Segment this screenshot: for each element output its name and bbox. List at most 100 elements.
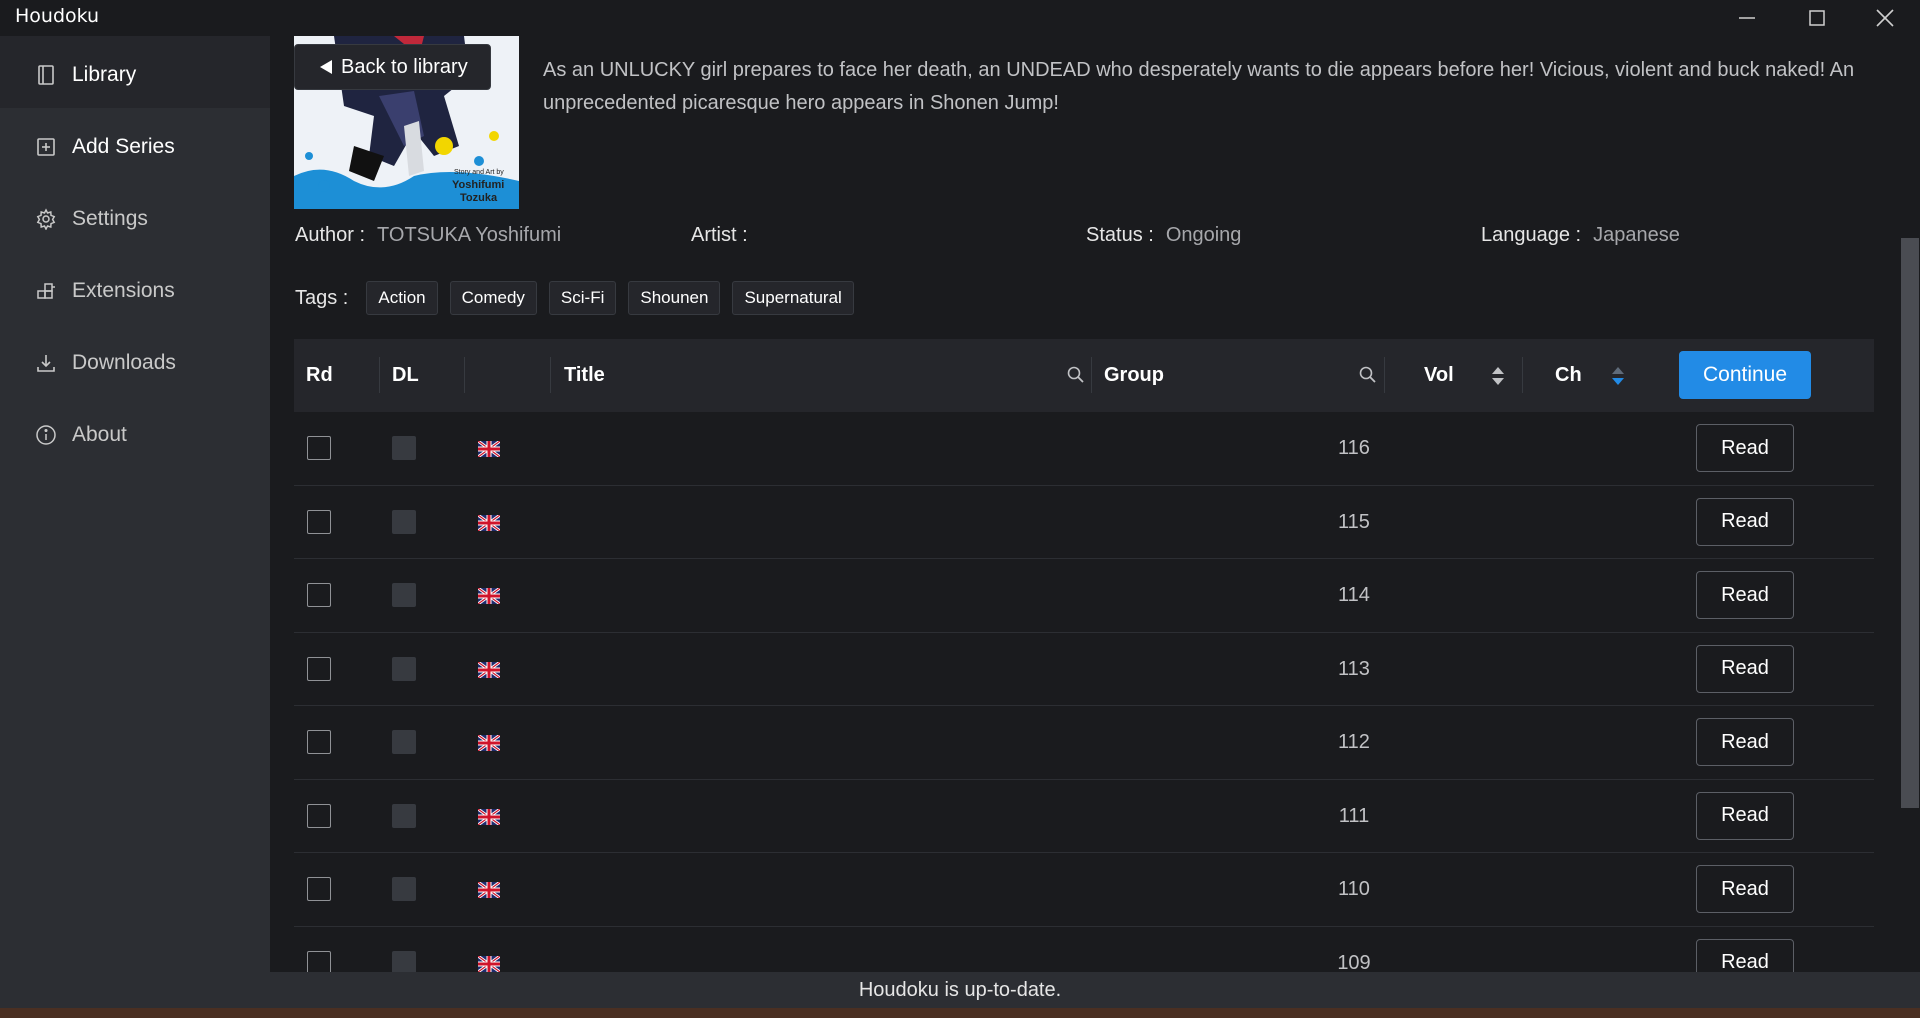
uk-flag-icon: [478, 588, 500, 604]
book-icon: [34, 63, 58, 87]
table-row: 114 Read: [294, 559, 1874, 633]
download-checkbox[interactable]: [392, 436, 416, 460]
column-header-chapter: Ch: [1555, 364, 1582, 386]
tag-chip[interactable]: Sci-Fi: [548, 281, 617, 315]
triangle-left-icon: [320, 60, 332, 74]
column-divider: [464, 357, 465, 393]
plus-square-icon: [34, 135, 58, 159]
column-header-download: DL: [392, 364, 419, 386]
close-window-button[interactable]: [1850, 0, 1920, 36]
status-field: Status : Ongoing: [1086, 224, 1241, 247]
download-checkbox[interactable]: [392, 730, 416, 754]
cover-credit-line2: Yoshifumi: [452, 179, 504, 191]
uk-flag-icon: [478, 514, 500, 531]
chapter-number: 111: [1338, 804, 1370, 827]
tag-chip[interactable]: Shounen: [628, 281, 721, 315]
cover-credit-line3: Tozuka: [460, 192, 498, 204]
author-label: Author :: [295, 224, 366, 246]
read-button[interactable]: Read: [1696, 938, 1794, 972]
scrollbar-thumb[interactable]: [1901, 238, 1919, 808]
sidebar-item-label: Downloads: [72, 351, 176, 374]
chapter-number: 116: [1338, 437, 1370, 459]
read-checkbox[interactable]: [307, 877, 331, 901]
continue-button[interactable]: Continue: [1679, 351, 1811, 399]
table-row: 113 Read: [294, 633, 1874, 706]
author-value: TOTSUKA Yoshifumi: [377, 224, 562, 246]
read-button[interactable]: Read: [1696, 424, 1794, 472]
uk-flag-icon: [478, 955, 500, 972]
minimize-button[interactable]: [1712, 0, 1782, 36]
table-row: 109 Read: [294, 927, 1874, 973]
back-to-library-button[interactable]: Back to library: [294, 44, 491, 90]
column-divider: [1522, 357, 1523, 393]
column-divider: [550, 357, 551, 393]
chapter-number: 109: [1337, 951, 1371, 973]
read-button[interactable]: Read: [1696, 718, 1794, 766]
tag-chip[interactable]: Comedy: [449, 281, 537, 315]
read-button[interactable]: Read: [1696, 571, 1794, 619]
table-row: 111 Read: [294, 780, 1874, 853]
download-checkbox[interactable]: [392, 509, 416, 534]
sidebar-item-label: Add Series: [72, 135, 175, 158]
sidebar-item-downloads[interactable]: Downloads: [0, 330, 270, 396]
download-checkbox[interactable]: [392, 803, 416, 828]
cover-credit-line1: Story and Art by: [454, 169, 504, 176]
tags-row: Tags : Action Comedy Sci-Fi Shounen Supe…: [295, 281, 854, 315]
download-checkbox[interactable]: [392, 656, 416, 681]
volume-sort-icon[interactable]: [1491, 365, 1505, 387]
column-header-read: Rd: [306, 364, 333, 386]
series-details-panel: Story and Art by Yoshifumi Tozuka Back t…: [270, 36, 1900, 972]
back-to-library-label: Back to library: [341, 55, 468, 78]
uk-flag-icon: [478, 808, 500, 825]
chapter-list: 116 Read 115 Read 114 Read 113 Read 112 …: [294, 412, 1874, 972]
tags-label: Tags :: [295, 286, 349, 309]
read-checkbox[interactable]: [307, 656, 331, 681]
download-checkbox[interactable]: [392, 950, 416, 972]
uk-flag-icon: [478, 735, 500, 751]
sidebar-item-library[interactable]: Library: [0, 42, 270, 108]
tag-chip[interactable]: Action: [366, 281, 438, 315]
gear-icon: [34, 207, 58, 231]
read-checkbox[interactable]: [307, 509, 331, 534]
read-checkbox[interactable]: [307, 583, 331, 607]
read-button[interactable]: Read: [1696, 865, 1794, 913]
read-button[interactable]: Read: [1696, 791, 1794, 840]
uk-flag-icon: [478, 882, 500, 898]
read-checkbox[interactable]: [307, 803, 331, 828]
puzzle-icon: [34, 279, 58, 303]
download-checkbox[interactable]: [392, 583, 416, 607]
chapter-sort-icon[interactable]: [1611, 365, 1625, 387]
series-description: As an UNLUCKY girl prepares to face her …: [543, 59, 1855, 114]
read-button[interactable]: Read: [1696, 497, 1794, 546]
tag-chip[interactable]: Supernatural: [732, 281, 854, 315]
status-label: Status :: [1086, 224, 1154, 246]
maximize-button[interactable]: [1782, 0, 1852, 36]
read-checkbox[interactable]: [307, 436, 331, 460]
status-value: Ongoing: [1165, 224, 1242, 246]
read-checkbox[interactable]: [307, 730, 331, 754]
sidebar-item-extensions[interactable]: Extensions: [0, 258, 270, 324]
update-status-text: Houdoku is up-to-date.: [858, 978, 1062, 1001]
status-bar: Houdoku is up-to-date.: [0, 972, 1920, 1008]
chapter-number: 114: [1338, 584, 1370, 606]
sidebar-item-label: About: [72, 423, 127, 446]
sidebar-item-add-series[interactable]: Add Series: [0, 114, 270, 180]
read-button[interactable]: Read: [1696, 644, 1794, 693]
table-row: 110 Read: [294, 853, 1874, 927]
read-checkbox[interactable]: [307, 950, 331, 972]
uk-flag-icon: [478, 661, 500, 678]
sidebar-item-settings[interactable]: Settings: [0, 186, 270, 252]
group-search-icon[interactable]: [1358, 365, 1378, 385]
download-checkbox[interactable]: [392, 877, 416, 901]
column-divider: [1091, 357, 1092, 393]
sidebar-item-label: Settings: [72, 207, 148, 230]
title-search-icon[interactable]: [1066, 365, 1086, 385]
vertical-scrollbar[interactable]: [1900, 36, 1920, 972]
sidebar-item-about[interactable]: About: [0, 402, 270, 468]
table-row: 116 Read: [294, 412, 1874, 486]
download-icon: [34, 351, 58, 375]
sidebar-item-label: Library: [72, 63, 137, 86]
artist-label: Artist :: [691, 224, 748, 246]
maximize-icon: [1809, 10, 1825, 26]
chapter-number: 113: [1338, 657, 1370, 680]
